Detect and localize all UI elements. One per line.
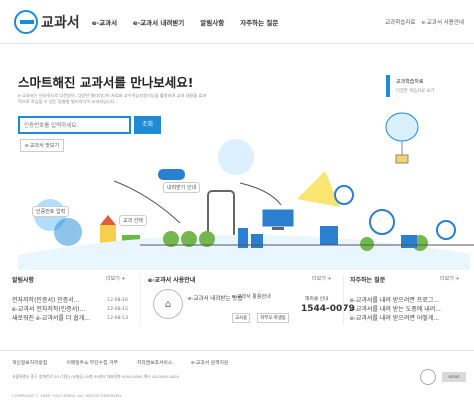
nav-faq[interactable]: 자주하는 질문 [240,17,278,27]
certificate-input[interactable]: 인증번호를 입력하세요. [18,116,131,134]
faq-item[interactable]: e-교과서를 내려 받으려면 어떻게... [350,314,468,323]
guide-more-link[interactable]: 더보기 + [312,275,332,282]
notice-item-text: 새로워진 e-교과서를 더 쉽게... [12,315,91,322]
main-nav: e-교과서 e-교과서 내려받기 알림사항 자주하는 질문 [92,17,294,27]
wheel-icon-2 [436,220,456,240]
utility-links: 교과학습자료 e-교과서 사용안내 [379,18,464,26]
guide-title: e-교과서 사용안내 [148,277,196,284]
parent-student-button[interactable]: 학부모·학생용 [257,313,289,323]
keris-logo: KERIS [442,372,466,382]
notice-item-date: 12-08-16 [107,298,128,303]
nav-download[interactable]: e-교과서 내려받기 [133,17,184,27]
notice-item-date: 12-08-13 [107,316,128,321]
footer-badges: KERIS [420,369,466,385]
ferris-wheel-icon [369,209,395,235]
nav-e-textbook[interactable]: e-교과서 [92,17,117,27]
phone-number: 1544-0079 [301,304,355,314]
logo-text: 교과서 [41,15,80,31]
certificate-callout[interactable]: 인증번호 입력 [32,206,70,217]
notice-item-text: 전자저작(인증서) 인증서... [12,297,80,304]
footer-copyright: COPYRIGHT ⓒ 1999~2012 KERIS. ALL RIGHTS … [12,393,123,398]
study-card[interactable]: 교과학습자료 다양한 학습자료 보기 [386,75,441,97]
agent-guide: e-교과서 활용안내 교사용 학부모·학생용 [232,293,292,323]
hot-air-balloon-icon [385,112,419,142]
phone-label: 해피콜 안내 [305,297,329,302]
faq-item[interactable]: e-교과서를 내려 받는 도중에 내려... [350,305,468,314]
logo-icon [14,10,38,34]
notice-item[interactable]: 새로워진 e-교과서를 더 쉽게... 12-08-13 [12,314,128,323]
study-card-subtitle: 다양한 학습자료 보기 [396,89,435,94]
faq-more-link[interactable]: 더보기 + [440,275,460,282]
hero: 스마트해진 교과서를 만나보세요! e-교과서는 인터넷으로 다운받아, 다양한… [0,45,474,270]
notice-item[interactable]: e-교과서 전자저작(인증서)... 12-08-15 [12,305,128,314]
search-button[interactable]: 조회 [134,116,161,134]
wheel-icon [334,185,354,205]
airplane-icon [158,169,185,180]
bottom-section: 알림사항 더보기 + 전자저작(인증서) 인증서... 12-08-16 e-교… [0,275,474,345]
footer: 개인정보처리방침 이메일주소 무단수집 거부 저작권보호서비스 e-교과서 원격… [0,350,474,406]
subject-callout[interactable]: 교과 선택 [119,215,147,226]
logo[interactable]: 교과서 [14,10,80,34]
email-policy-link[interactable]: 이메일주소 무단수집 거부 [66,359,118,366]
notice-column: 알림사항 더보기 + 전자저작(인증서) 인증서... 12-08-16 e-교… [12,275,142,345]
footer-info: 서울특별시 중구 청계천로 00 (다동) 00빌딩 00층 00센터 대표전화… [12,374,179,379]
download-callout[interactable]: 내려받기 안내 [163,182,201,193]
guide-icon[interactable]: ⌂ [153,289,183,319]
nav-notice[interactable]: 알림사항 [200,17,224,27]
util-user-guide[interactable]: e-교과서 사용안내 [421,18,464,26]
faq-item[interactable]: e-교과서를 내려 받으려면 프로그... [350,296,468,305]
hero-description: e-교과서는 인터넷으로 다운받아, 다양한 멀티미디어 자료와 교수학습지원기… [18,93,207,104]
faq-column: 자주하는 질문 더보기 + e-교과서를 내려 받으려면 프로그... e-교과… [350,275,468,345]
study-card-title: 교과학습자료 [396,79,424,85]
header: 교과서 e-교과서 e-교과서 내려받기 알림사항 자주하는 질문 교과학습자료… [0,0,474,44]
hero-title: 스마트해진 교과서를 만나보세요! [18,75,194,90]
certification-icon [420,369,436,385]
copyright-service-link[interactable]: 저작권보호서비스 [137,359,172,366]
privacy-link[interactable]: 개인정보처리방침 [12,359,47,366]
footer-links: 개인정보처리방침 이메일주소 무단수집 거부 저작권보호서비스 e-교과서 원격… [12,359,247,366]
teacher-button[interactable]: 교사용 [232,313,251,323]
column-divider [140,275,141,325]
agent-guide-title: e-교과서 활용안내 [232,294,271,300]
notice-more-link[interactable]: 더보기 + [106,275,126,282]
remote-support-link[interactable]: e-교과서 원격지원 [191,359,228,366]
notice-item-text: e-교과서 전자저작(인증서)... [12,306,86,313]
column-divider [343,275,344,325]
computer-icon [261,208,295,228]
util-study-materials[interactable]: 교과학습자료 [385,18,415,26]
notice-item-date: 12-08-15 [107,307,128,312]
ebook-preview-button[interactable]: e-교과서 맛보기 [20,139,65,152]
notice-item[interactable]: 전자저작(인증서) 인증서... 12-08-16 [12,296,128,305]
